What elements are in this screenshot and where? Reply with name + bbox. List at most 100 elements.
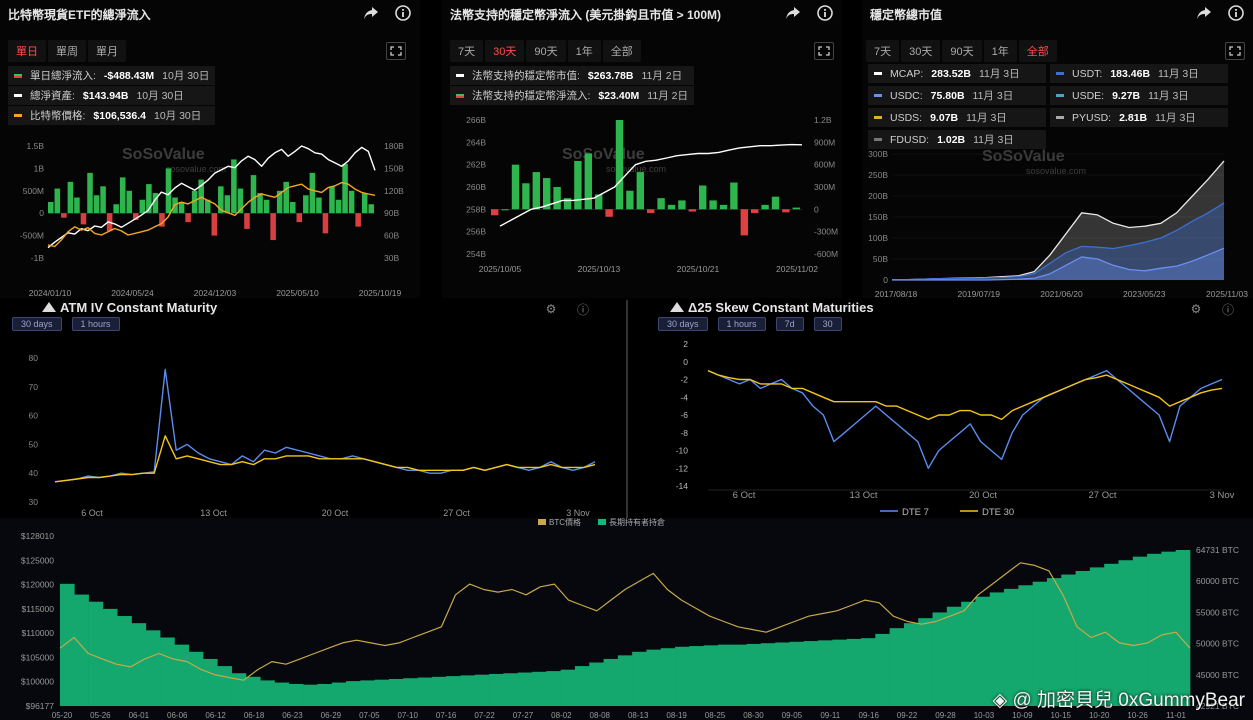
flow-bar [93,195,100,214]
stablecoin-mcap-chart: 300B 250B 200B 150B 100B 50B 0 2017/08/18 2019/0… [868,149,1248,298]
tab-30d[interactable]: 30天 [901,40,941,62]
y-tick: 100B [868,233,888,243]
x-tick: 07-16 [436,711,457,720]
tab-7d[interactable]: 7天 [866,40,900,62]
holdings-bar [932,612,948,706]
dte30-button[interactable]: 30 [813,317,842,331]
holdings-bar [589,662,604,706]
flow-bar [522,183,530,210]
y-tick-left: $110000 [22,628,55,638]
y-tick: 250B [868,170,888,180]
flow-bar [348,190,355,214]
flow-bar [289,202,296,214]
flow-bar [615,120,624,210]
x-tick: 09-28 [935,711,956,720]
settings-icon[interactable]: ⚙ [542,300,560,318]
holdings-bar [474,674,490,706]
y-tick: -14 [676,481,689,491]
tab-monthly[interactable]: 單月 [88,40,126,62]
y-tick: 80 [29,353,39,363]
holdings-bar [632,651,647,706]
x-tick: 2024/05/24 [111,288,154,298]
tab-90d[interactable]: 90天 [526,40,566,62]
tab-daily[interactable]: 單日 [8,40,46,62]
flow-bar [303,195,309,214]
holdings-bar [775,642,790,706]
holdings-bar [660,648,676,706]
share-icon[interactable] [1195,4,1213,22]
expand-icon[interactable] [386,42,406,60]
period-tabs: 7天 30天 90天 1年 全部 [866,40,1057,62]
tab-all[interactable]: 全部 [602,40,641,62]
holdings-bar [374,679,390,706]
info-icon[interactable]: ⓘ [1219,300,1237,318]
stablecoin-mcap-panel: 穩定幣總市值 7天 30天 90天 1年 全部 MCAP: 283.52B 11月 … [862,0,1253,298]
range-button[interactable]: 30 days [12,317,62,331]
flow-bar [740,209,748,236]
info-icon[interactable]: ⓘ [574,300,592,318]
x-tick: 09-22 [897,711,918,720]
flow-bar [329,186,335,214]
tab-1y[interactable]: 1年 [983,40,1017,62]
flow-bar [283,181,289,214]
flow-bar [74,197,80,214]
holdings-bar [903,623,919,706]
y-tick-right: 900M [814,137,835,147]
holdings-bar [803,641,819,706]
tab-30d[interactable]: 30天 [485,40,525,62]
flow-bar [730,182,738,210]
skew-panel: Δ25 Skew Constant Maturities 30 days 1 h… [640,298,1253,520]
interval-button[interactable]: 1 hours [717,317,766,331]
y-tick: 40 [29,468,39,478]
holdings-bar [574,666,590,706]
expand-icon[interactable] [814,42,834,60]
holdings-bar [303,684,318,706]
interval-button[interactable]: 1 hours [71,317,120,331]
tab-7d[interactable]: 7天 [450,40,484,62]
flow-bar [250,175,257,214]
holdings-bar [503,673,519,706]
y-tick: -12 [676,463,689,473]
panel-title: 比特幣現貨ETF的總淨流入 [8,8,151,22]
flow-bar [709,200,717,210]
x-tick: 09-05 [782,711,803,720]
y-tick-left: -1B [31,253,45,263]
author-credit: ◈ @ 加密貝兒 0xGummyBear [992,690,1245,711]
flow-bar [751,209,759,214]
holdings-bar [760,643,776,706]
y-tick: 60 [29,411,39,421]
info-icon[interactable] [394,4,412,22]
legend-swatch [538,519,546,525]
info-icon[interactable] [816,4,834,22]
holdings-bar [875,633,890,706]
flow-bar [244,213,250,229]
flow-bar [342,163,348,214]
iv-line-blue [54,368,596,483]
flow-bar [553,187,561,210]
x-tick: 2025/10/21 [677,264,720,274]
x-tick: 2024/12/03 [194,288,237,298]
x-tick: 2017/08/18 [875,289,918,298]
info-icon[interactable] [1227,4,1245,22]
share-icon[interactable] [362,4,380,22]
x-tick: 07-05 [359,711,380,720]
tab-all[interactable]: 全部 [1018,40,1057,62]
y-tick: -2 [680,375,688,385]
expand-icon[interactable] [1225,42,1245,60]
tab-1y[interactable]: 1年 [567,40,601,62]
y-tick: 150B [868,212,888,222]
share-icon[interactable] [784,4,802,22]
holdings-bar [703,645,719,706]
range-button[interactable]: 30 days [658,317,708,331]
tab-weekly[interactable]: 單周 [48,40,86,62]
x-tick: 07-22 [474,711,495,720]
settings-icon[interactable]: ⚙ [1187,300,1205,318]
flow-bar [761,204,769,210]
tab-90d[interactable]: 90天 [942,40,982,62]
x-tick: 11-01 [1166,711,1186,720]
y-tick: 50B [873,254,888,264]
y-tick-left: 0 [39,208,44,218]
holdings-bar [1161,551,1176,706]
dte7-button[interactable]: 7d [775,317,804,331]
x-tick: 10-03 [974,711,995,720]
